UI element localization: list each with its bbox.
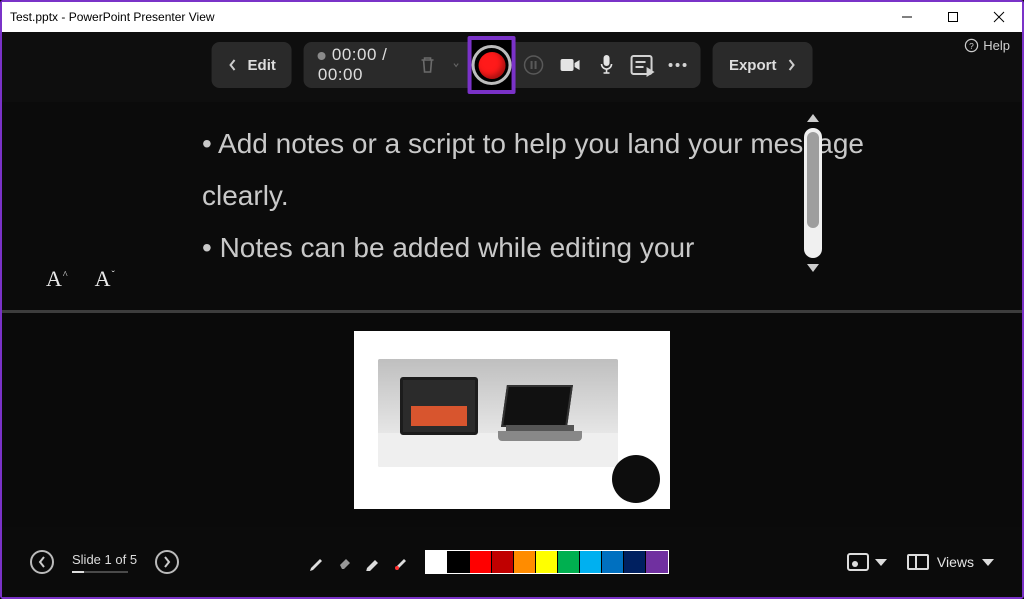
chevron-right-icon (162, 556, 172, 568)
slide-preview-area (2, 313, 1022, 527)
export-label: Export (729, 57, 777, 74)
color-swatch[interactable] (558, 551, 580, 573)
export-button[interactable]: Export (713, 42, 813, 88)
window-title: Test.pptx - PowerPoint Presenter View (10, 10, 215, 24)
edit-button[interactable]: Edit (212, 42, 292, 88)
chevron-right-icon (786, 58, 796, 72)
scrollbar-thumb[interactable] (807, 132, 819, 228)
views-icon (907, 554, 929, 570)
color-swatch[interactable] (448, 551, 470, 573)
cameo-icon (847, 553, 869, 571)
toolbar-area: ? Help Edit 00:00 / 00:00 (2, 32, 1022, 102)
trash-icon (419, 55, 437, 75)
time-display: 00:00 / 00:00 (318, 45, 388, 84)
annotation-tools (307, 550, 669, 574)
cameo-placeholder[interactable] (612, 455, 660, 503)
minimize-button[interactable] (884, 2, 930, 32)
color-swatch[interactable] (624, 551, 646, 573)
more-icon (669, 63, 687, 67)
slide-image (378, 359, 618, 467)
chevron-down-icon (875, 559, 887, 566)
notes-panel: A^ Aˇ • Add notes or a script to help yo… (2, 102, 1022, 310)
chevron-left-icon (228, 58, 238, 72)
footer-right-cluster: Views (847, 553, 994, 571)
chevron-down-icon (453, 59, 460, 71)
window-titlebar: Test.pptx - PowerPoint Presenter View (2, 2, 1022, 32)
pen-tool-button[interactable] (307, 552, 327, 572)
footer-bar: Slide 1 of 5 Views (2, 527, 1022, 597)
recording-status: 00:00 / 00:00 (318, 45, 403, 85)
recording-toolbar: 00:00 / 00:00 (304, 42, 701, 88)
previous-slide-button[interactable] (30, 550, 54, 574)
scroll-up-icon (807, 114, 819, 122)
color-swatch[interactable] (602, 551, 624, 573)
slide-counter: Slide 1 of 5 (72, 552, 137, 567)
next-slide-button[interactable] (155, 550, 179, 574)
status-dot-icon (318, 52, 326, 60)
current-slide-thumbnail[interactable] (354, 331, 670, 509)
increase-font-button[interactable]: A^ (46, 266, 67, 292)
eraser-icon (336, 553, 354, 571)
cameo-menu-button[interactable] (847, 553, 887, 571)
color-swatch[interactable] (514, 551, 536, 573)
views-menu-button[interactable]: Views (907, 554, 994, 570)
microphone-icon (598, 54, 614, 76)
notes-line: • Notes can be added while editing your (202, 222, 952, 274)
record-button[interactable] (472, 45, 512, 85)
laser-tool-button[interactable] (391, 552, 411, 572)
chevron-left-icon (37, 556, 47, 568)
color-swatch[interactable] (646, 551, 668, 573)
chevron-down-icon (982, 559, 994, 566)
laser-icon (392, 553, 410, 571)
scroll-down-icon (807, 264, 819, 272)
eraser-tool-button[interactable] (335, 552, 355, 572)
highlighter-tool-button[interactable] (363, 552, 383, 572)
camera-icon (560, 57, 582, 73)
clear-recording-button (419, 53, 437, 77)
help-button[interactable]: ? Help (964, 38, 1010, 53)
edit-label: Edit (248, 57, 276, 74)
pause-icon (524, 55, 544, 75)
record-button-highlight (468, 36, 516, 94)
pen-icon (308, 553, 326, 571)
decrease-font-button[interactable]: Aˇ (95, 266, 114, 292)
camera-toggle-button[interactable] (560, 53, 582, 77)
toolbar-cluster: Edit 00:00 / 00:00 (212, 42, 813, 88)
color-swatch[interactable] (492, 551, 514, 573)
views-label: Views (937, 554, 974, 570)
svg-text:?: ? (969, 41, 974, 51)
font-size-controls: A^ Aˇ (46, 266, 114, 292)
notes-line: • Add notes or a script to help you land… (202, 118, 952, 222)
help-label: Help (983, 38, 1010, 53)
microphone-toggle-button[interactable] (598, 53, 615, 77)
teleprompter-icon (631, 55, 653, 75)
notes-text[interactable]: • Add notes or a script to help you land… (202, 118, 952, 310)
pause-button (524, 53, 544, 77)
slide-counter-group: Slide 1 of 5 (72, 552, 137, 573)
more-options-button[interactable] (669, 53, 687, 77)
window-controls (884, 2, 1022, 32)
record-icon (478, 52, 505, 79)
color-palette (425, 550, 669, 574)
notes-scrollbar[interactable] (804, 114, 822, 272)
color-swatch[interactable] (470, 551, 492, 573)
color-swatch[interactable] (536, 551, 558, 573)
close-button[interactable] (976, 2, 1022, 32)
highlighter-icon (364, 553, 382, 571)
teleprompter-button[interactable] (631, 53, 653, 77)
color-swatch[interactable] (580, 551, 602, 573)
presenter-view-window: Test.pptx - PowerPoint Presenter View ? … (0, 0, 1024, 599)
color-swatch[interactable] (426, 551, 448, 573)
maximize-button[interactable] (930, 2, 976, 32)
slide-progress-indicator (72, 571, 128, 573)
